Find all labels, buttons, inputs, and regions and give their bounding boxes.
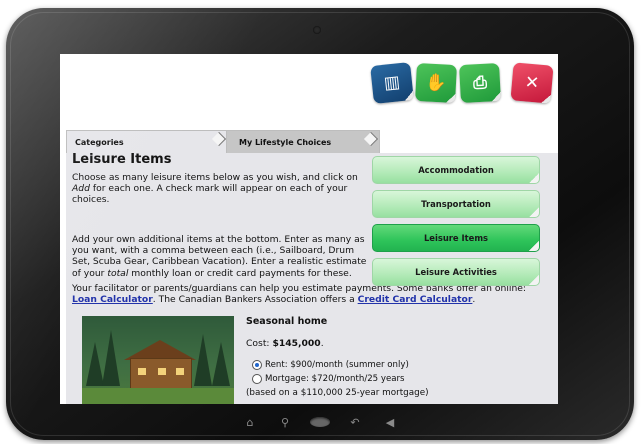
tablet-nav-bar: ⌂ ⚲ ↶ ◀ [240, 412, 400, 432]
page-curl-icon [211, 131, 227, 147]
radio-button[interactable] [252, 374, 262, 384]
calculator-text: . The Canadian Bankers Association offer… [152, 294, 358, 306]
button-label: Leisure Activities [415, 267, 497, 277]
tree-shape [212, 342, 230, 386]
home-icon: ⌂ [246, 415, 254, 429]
radio-button[interactable] [252, 360, 262, 370]
tab-categories[interactable]: Categories [66, 130, 228, 153]
cost-label: Cost: [246, 338, 273, 349]
option-label: Rent: $900/month (summer only) [265, 360, 409, 370]
page-title: Leisure Items [72, 152, 172, 167]
cabin-window [176, 368, 184, 375]
loan-calculator-link[interactable]: Loan Calculator [72, 294, 153, 305]
books-icon[interactable]: ▥ [370, 62, 414, 104]
printer-icon[interactable]: ⎙ [459, 62, 501, 104]
transportation-button[interactable]: Transportation [372, 190, 540, 218]
intro-text: for each one. A check mark will appear o… [72, 183, 348, 206]
page-curl-icon [363, 131, 379, 147]
search-icon: ⚲ [280, 415, 290, 429]
rent-option[interactable]: Rent: $900/month (summer only) [252, 360, 409, 370]
back-icon: ↶ [350, 415, 360, 429]
add-emphasis: Add [72, 183, 90, 195]
tree-shape [194, 334, 212, 386]
lawn [82, 388, 234, 404]
toolbar-icons: ▥ ✋ ⎙ ✕ [370, 62, 554, 104]
cabin-wall [130, 358, 192, 392]
button-label: Accommodation [418, 165, 494, 175]
hand-money-icon[interactable]: ✋ [415, 62, 457, 104]
exit-icon[interactable]: ✕ [510, 62, 554, 104]
camera-icon [313, 26, 321, 34]
volume-icon: ◀ [385, 415, 395, 429]
tab-label: My Lifestyle Choices [239, 137, 332, 147]
tree-shape [102, 330, 120, 386]
leisure-items-button[interactable]: Leisure Items [372, 224, 540, 252]
home-button-icon [310, 417, 330, 427]
item-title: Seasonal home [246, 316, 328, 327]
tab-label: Categories [75, 137, 124, 147]
button-label: Transportation [421, 199, 491, 209]
item-cost: Cost: $145,000. [246, 338, 324, 349]
category-buttons: Accommodation Transportation Leisure Ite… [372, 156, 540, 292]
cabin-window [158, 368, 166, 375]
mortgage-note: (based on a $110,000 25-year mortgage) [246, 388, 429, 398]
leisure-activities-button[interactable]: Leisure Activities [372, 258, 540, 286]
instructions-paragraph: Add your own additional items at the bot… [72, 234, 368, 279]
calculator-text: . [472, 294, 476, 306]
mortgage-option[interactable]: Mortgage: $720/month/25 years [252, 374, 405, 384]
cost-end: . [320, 338, 324, 349]
cabin-window [138, 368, 146, 375]
total-emphasis: total [107, 267, 129, 279]
intro-text: Choose as many leisure items below as yo… [72, 172, 358, 183]
tab-my-lifestyle-choices[interactable]: My Lifestyle Choices [226, 130, 380, 153]
cost-value: $145,000 [272, 338, 321, 349]
intro-paragraph: Choose as many leisure items below as yo… [72, 172, 362, 206]
option-label: Mortgage: $720/month/25 years [265, 374, 405, 384]
instructions-text: monthly loan or credit card payments for… [128, 267, 352, 279]
credit-card-calculator-link[interactable]: Credit Card Calculator [358, 294, 473, 305]
seasonal-home-photo [82, 316, 234, 404]
accommodation-button[interactable]: Accommodation [372, 156, 540, 184]
screen: ▥ ✋ ⎙ ✕ Categories My Lifestyle Choices … [60, 54, 558, 404]
button-label: Leisure Items [423, 233, 489, 243]
cabin-roof [124, 340, 196, 360]
